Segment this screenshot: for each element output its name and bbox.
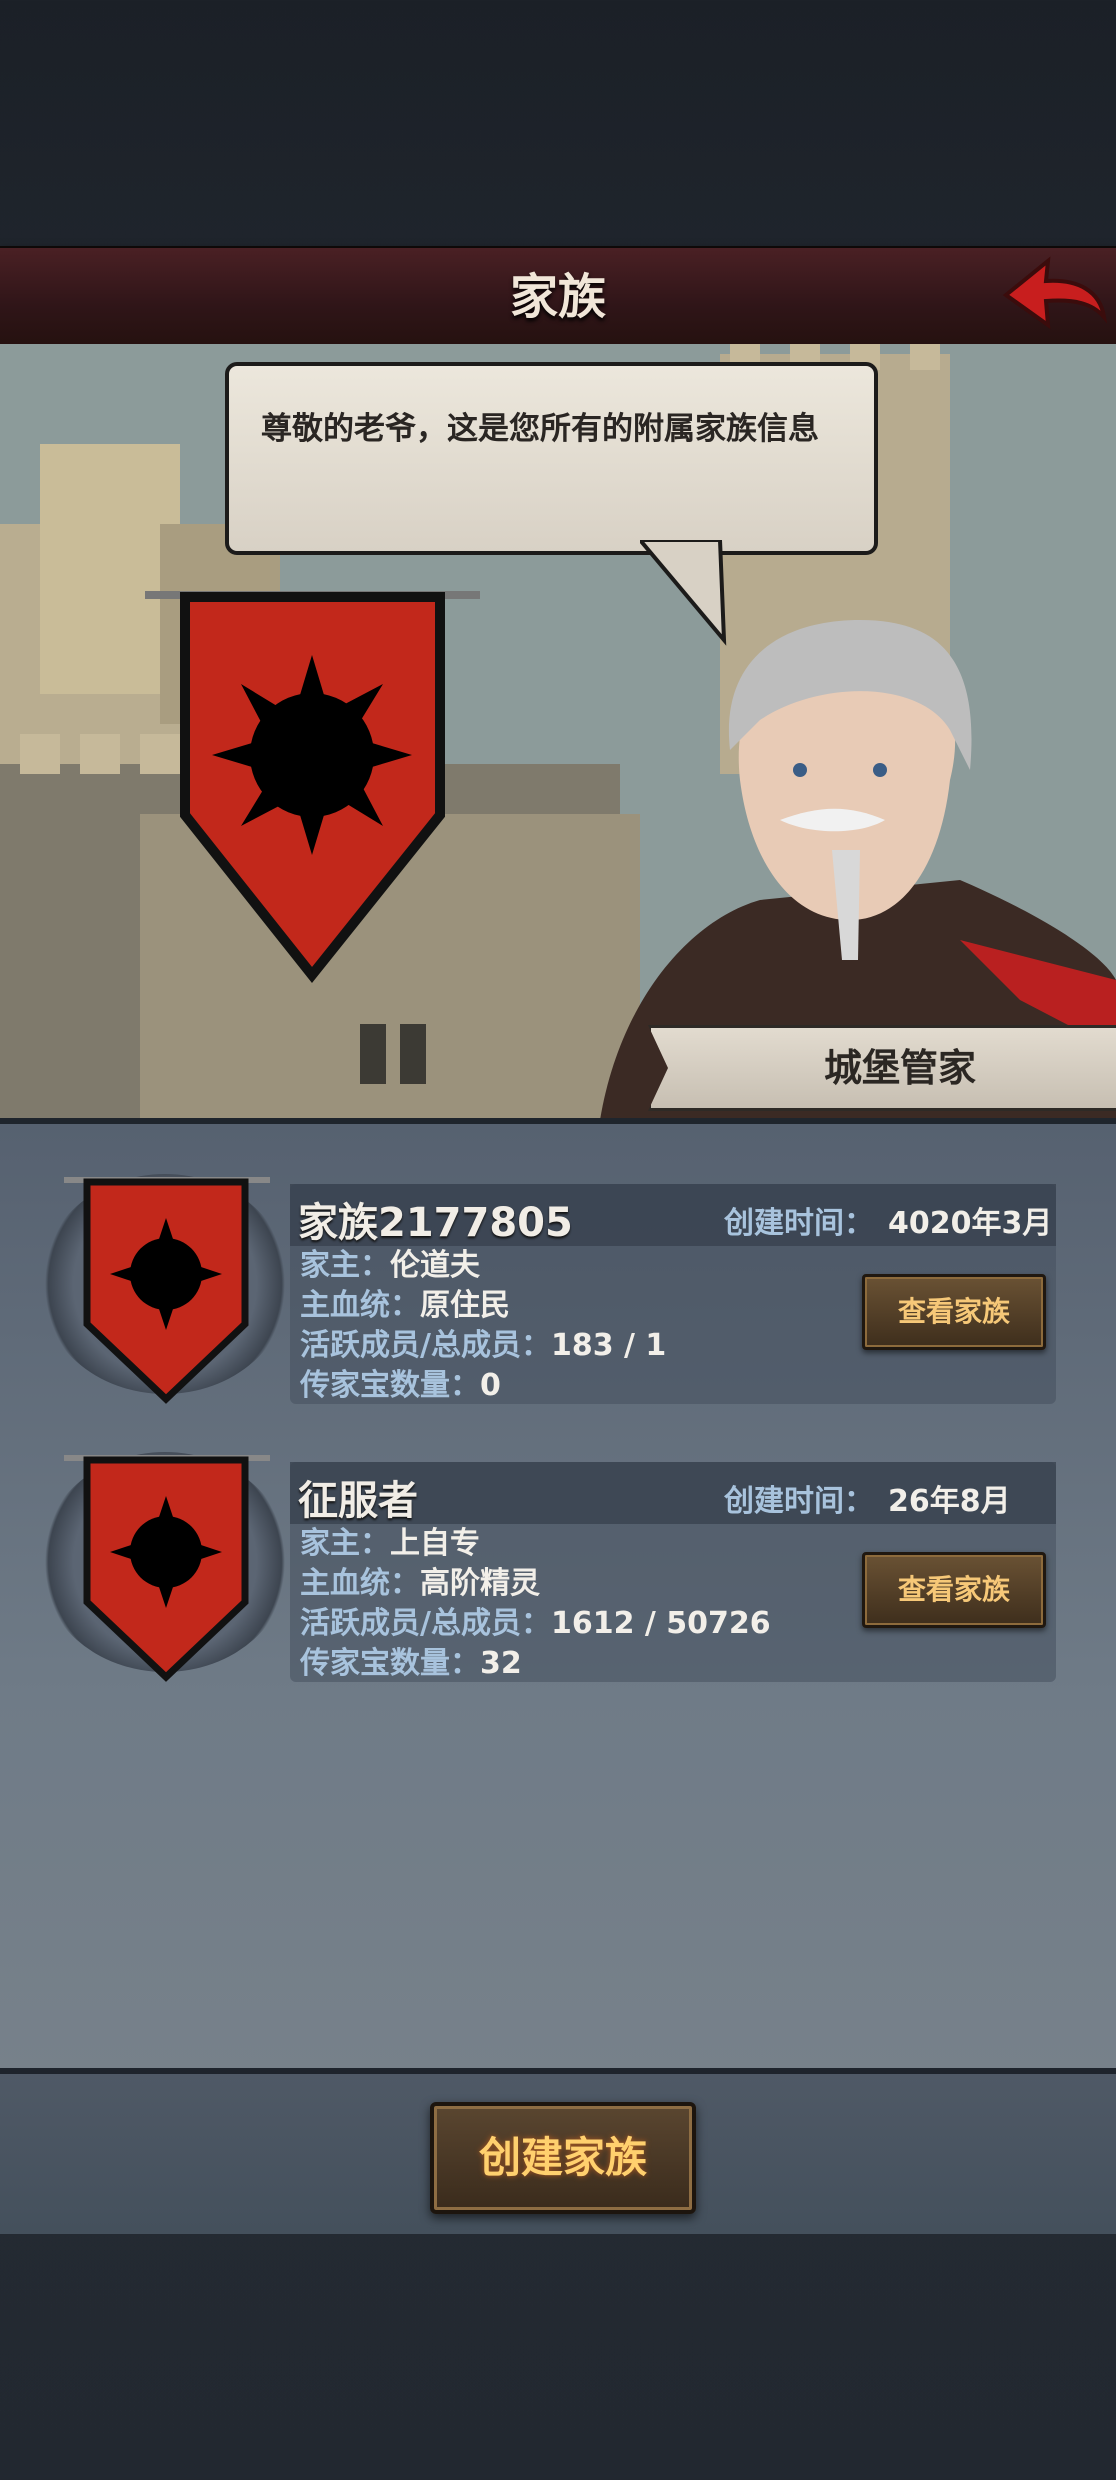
- bloodline-value: 高阶精灵: [420, 1566, 540, 1601]
- bloodline-row: 主血统：高阶精灵: [300, 1564, 540, 1604]
- bloodline-value: 原住民: [420, 1288, 510, 1323]
- bloodline-row: 主血统：原住民: [300, 1286, 510, 1326]
- members-value: 183 / 1: [550, 1328, 667, 1363]
- head-value: 伦道夫: [390, 1248, 480, 1283]
- family-list: 家族2177805 创建时间： 4020年3月 家主：伦道夫 主血统：原住民 活…: [0, 1118, 1116, 2074]
- heirloom-label: 传家宝数量：: [300, 1368, 480, 1403]
- family-card: 家族2177805 创建时间： 4020年3月 家主：伦道夫 主血统：原住民 活…: [0, 1174, 1116, 1404]
- bloodline-label: 主血统：: [300, 1566, 420, 1601]
- head-value: 上自专: [390, 1526, 480, 1561]
- members-row: 活跃成员/总成员：183 / 1: [300, 1326, 666, 1366]
- family-name: 家族2177805: [298, 1200, 573, 1246]
- head-row: 家主：伦道夫: [300, 1246, 480, 1286]
- bloodline-label: 主血统：: [300, 1288, 420, 1323]
- members-row: 活跃成员/总成员：1612 / 50726: [300, 1604, 771, 1644]
- head-label: 家主：: [300, 1248, 390, 1283]
- family-crest-banner: [145, 591, 480, 984]
- header-bar: 家族: [0, 246, 1116, 350]
- created-value: 26年8月: [888, 1484, 1011, 1519]
- create-family-button[interactable]: 创建家族: [430, 2102, 696, 2214]
- steward-name: 城堡管家: [823, 1046, 976, 1090]
- family-emblem-icon: [64, 1455, 270, 1682]
- heirloom-value: 32: [480, 1646, 522, 1681]
- heirloom-label: 传家宝数量：: [300, 1646, 480, 1681]
- heirloom-row: 传家宝数量：0: [300, 1366, 501, 1406]
- steward-nameplate: 城堡管家: [648, 1025, 1116, 1111]
- view-family-button[interactable]: 查看家族: [862, 1274, 1046, 1350]
- created-label: 创建时间：: [724, 1484, 874, 1519]
- speech-text: 尊敬的老爷，这是您所有的附属家族信息: [261, 411, 819, 447]
- members-value: 1612 / 50726: [550, 1606, 771, 1641]
- heirloom-value: 0: [480, 1368, 501, 1403]
- speech-bubble: 尊敬的老爷，这是您所有的附属家族信息: [225, 362, 878, 555]
- created-value: 4020年3月: [888, 1206, 1053, 1241]
- created-label: 创建时间：: [724, 1206, 874, 1241]
- view-family-button[interactable]: 查看家族: [862, 1552, 1046, 1628]
- members-label: 活跃成员/总成员：: [300, 1328, 551, 1363]
- sun-crest-icon: [212, 655, 412, 855]
- page-title: 家族: [509, 269, 606, 325]
- family-card: 征服者 创建时间： 26年8月 家主：上自专 主血统：高阶精灵 活跃成员/总成员…: [0, 1452, 1116, 1682]
- heirloom-row: 传家宝数量：32: [300, 1644, 522, 1684]
- family-name: 征服者: [298, 1478, 418, 1524]
- members-label: 活跃成员/总成员：: [300, 1606, 551, 1641]
- head-row: 家主：上自专: [300, 1524, 480, 1564]
- back-arrow-icon: [1002, 256, 1108, 330]
- family-emblem-icon: [64, 1177, 270, 1404]
- back-button[interactable]: [1000, 255, 1110, 335]
- head-label: 家主：: [300, 1526, 390, 1561]
